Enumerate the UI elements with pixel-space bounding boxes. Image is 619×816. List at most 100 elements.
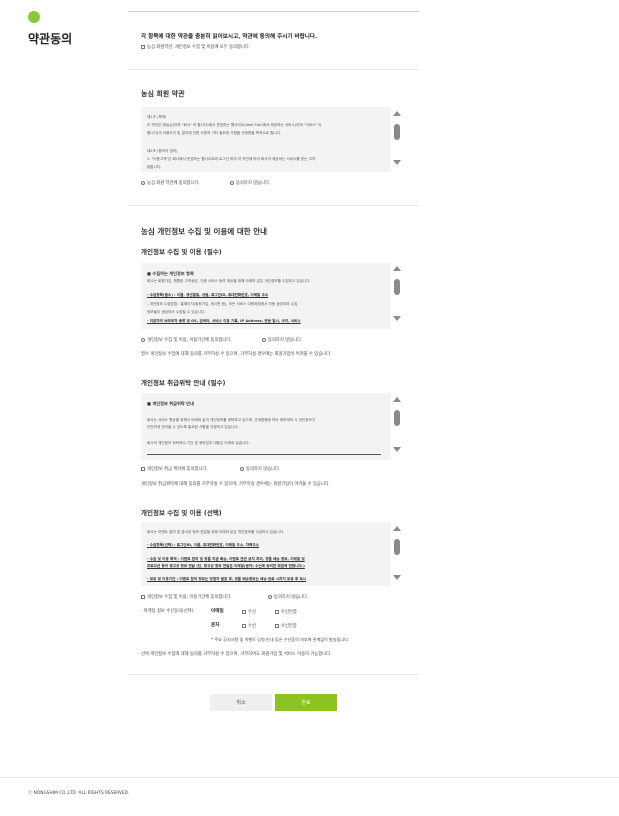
box-line: 프로모션 등의 광고성 정보 전달 (단, 광고성 정보 전달은 이메일(문자)… xyxy=(147,564,305,568)
scroll-thumb[interactable] xyxy=(394,539,400,555)
radio-circle[interactable] xyxy=(230,181,234,185)
scroll-up-icon[interactable] xyxy=(393,111,401,116)
required-collect-agree-radio[interactable]: 개인정보 수집 및 이용, 이용기간에 동의합니다. xyxy=(141,337,232,343)
disagree-label: 동의하지 않습니다. xyxy=(268,338,303,343)
consign-agree-checkbox[interactable]: 개인정보 취급 위탁에 동의합니다. xyxy=(141,466,208,472)
email-label: 이메일 xyxy=(211,609,224,614)
scroll-thumb[interactable] xyxy=(394,279,400,295)
box-heading: ■ 개인정보 취급위탁 안내 xyxy=(147,401,194,406)
email-reject-checkbox[interactable]: 수신안함 xyxy=(275,609,297,615)
radio-circle[interactable] xyxy=(141,181,145,185)
member-terms-disagree-radio[interactable]: 동의하지 않습니다. xyxy=(230,180,270,186)
agree-label: 개인정보 수집 및 이용, 이용기간에 동의합니다. xyxy=(147,595,232,600)
sms-receive-checkbox[interactable]: 수신 xyxy=(242,623,256,629)
scroll-thumb[interactable] xyxy=(394,410,400,426)
box-line: - 수집 및 이용 목적 : 이벤트 참여 및 경품 지급 배송, 이벤트 관련… xyxy=(147,557,305,561)
terms-line: 말합니다. xyxy=(147,165,162,169)
confirm-button[interactable]: 완료 xyxy=(275,694,337,711)
checkbox-box[interactable] xyxy=(141,595,145,599)
reject-label: 수신안함 xyxy=(281,610,297,615)
radio-circle[interactable] xyxy=(240,467,244,471)
agree-all-label: 농심 회원약관, 개인정보 수집 및 이용에 모두 동의합니다. xyxy=(147,45,251,50)
radio-circle[interactable] xyxy=(141,338,145,342)
terms-line: 제1조 (목적) xyxy=(147,115,167,119)
checkbox-box[interactable] xyxy=(275,610,279,614)
disagree-label: 동의하지 않습니다. xyxy=(246,467,281,472)
radio-circle[interactable] xyxy=(262,338,266,342)
scroll-down-icon[interactable] xyxy=(393,447,401,452)
scroll-down-icon[interactable] xyxy=(393,575,401,580)
consign-note: 개인정보 취급위탁에 대해 동의를 거부하실 수 있으며, 거부하실 경우에는 … xyxy=(141,482,331,487)
optional-collect-disagree-radio[interactable]: 동의하지 않습니다. xyxy=(268,594,308,600)
radio-circle[interactable] xyxy=(268,595,272,599)
divider xyxy=(128,69,419,70)
receive-label: 수신 xyxy=(248,624,256,629)
cancel-button[interactable]: 취소 xyxy=(210,694,272,711)
scroll-down-icon[interactable] xyxy=(393,160,401,165)
box-line: 정보들이 생성되어 수집될 수 있습니다. xyxy=(147,310,206,314)
agree-all-checkbox[interactable]: 농심 회원약관, 개인정보 수집 및 이용에 모두 동의합니다. xyxy=(141,44,250,50)
member-terms-scrollbar[interactable] xyxy=(392,111,402,167)
disagree-label: 동의하지 않습니다. xyxy=(274,595,309,600)
marketing-note: * 주요 공지사항 및 이벤트 당첨 안내 등은 수신동의 여부에 관계없이 발… xyxy=(211,637,350,642)
box-line: 회사의 개인정보 위탁처리 기관 및 위탁업무 내용은 아래와 같습니다. xyxy=(147,441,250,445)
member-terms-agree-radio[interactable]: 농심 회원 약관에 동의합니다. xyxy=(141,180,200,186)
box-line: 안전하게 관리될 수 있도록 필요한 사항을 규정하고 있습니다. xyxy=(147,425,239,429)
checkbox-box[interactable] xyxy=(141,467,145,471)
green-dot-icon xyxy=(28,11,40,23)
checkbox-box[interactable] xyxy=(242,610,246,614)
box-line: - 개인정보 수집방법 : 홈페이지(회원가입, 게시판 등), 모든 서비스 … xyxy=(147,302,298,306)
required-collect-title: 개인정보 수집 및 이용 (필수) xyxy=(141,248,222,256)
box-line: - 수집항목(필수) : 이름, 생년월일, 성별, 로그인ID, 휴대전화번호… xyxy=(147,293,269,297)
box-line: - 수집항목(선택) : 로그인ID, 이름, 휴대전화번호, 이메일 주소, … xyxy=(147,543,259,547)
footer-divider xyxy=(0,777,619,778)
optional-collect-agree-checkbox[interactable]: 개인정보 수집 및 이용, 이용기간에 동의합니다. xyxy=(141,594,232,600)
optional-collect-title: 개인정보 수집 및 이용 (선택) xyxy=(141,509,222,517)
member-terms-title: 농심 회원 약관 xyxy=(141,90,185,98)
terms-line: 제2조 (용어의 정의) xyxy=(147,149,178,153)
consign-disagree-radio[interactable]: 동의하지 않습니다. xyxy=(240,466,280,472)
terms-line: 합니다)의 이용조건 및 절차에 관한 사항과 기타 필요한 사항을 규정함을 … xyxy=(147,131,282,135)
checkbox-box[interactable] xyxy=(242,624,246,628)
required-collect-scrollbar[interactable] xyxy=(392,266,402,323)
scroll-up-icon[interactable] xyxy=(393,266,401,271)
table-top-rule xyxy=(147,454,381,455)
optional-collect-scrollbar[interactable] xyxy=(392,526,402,582)
scroll-up-icon[interactable] xyxy=(393,526,401,531)
terms-line: 이 약관은 ㈜농심(이하 "회사" 라 합니다)에서 운영하는 웹사이트(Web… xyxy=(147,123,322,127)
reject-label: 수신안함 xyxy=(281,624,297,629)
required-collect-box[interactable]: ■ 수집하는 개인정보 항목 회사는 회원가입, 원활한 고객상담, 각종 서비… xyxy=(141,263,391,329)
disagree-label: 동의하지 않습니다. xyxy=(236,181,271,186)
checkbox-box[interactable] xyxy=(275,624,279,628)
optional-collect-box[interactable]: 회사는 이벤트 참여 및 광고성 정보 전달을 위해 아래와 같은 개인정보를 … xyxy=(141,522,391,586)
privacy-title: 농심 개인정보 수집 및 이용에 대한 안내 xyxy=(141,227,268,236)
scroll-up-icon[interactable] xyxy=(393,397,401,402)
required-collect-note: 필수 개인정보 수집에 대해 동의를 거부하실 수 있으며, 거부하실 경우에는… xyxy=(141,352,332,357)
page-title: 약관동의 xyxy=(28,32,73,46)
required-collect-disagree-radio[interactable]: 동의하지 않습니다. xyxy=(262,337,302,343)
consign-scrollbar[interactable] xyxy=(392,397,402,454)
divider xyxy=(128,674,419,675)
optional-collect-note: 선택 개인정보 수집에 대해 동의를 거부하실 수 있으며, 거부하여도 회원가… xyxy=(141,652,332,657)
agree-label: 개인정보 취급 위탁에 동의합니다. xyxy=(147,467,208,472)
box-line: 회사는 이벤트 참여 및 광고성 정보 전달을 위해 아래와 같은 개인정보를 … xyxy=(147,530,285,534)
footer-copyright: ⓒ NONGSHIM CO.,LTD. ALL RIGHTS RESERVED. xyxy=(28,791,130,796)
consign-title: 개인정보 취급위탁 안내 (필수) xyxy=(141,379,226,387)
top-divider xyxy=(128,11,419,12)
sms-label: 문자 xyxy=(211,623,220,628)
agree-label: 농심 회원 약관에 동의합니다. xyxy=(147,181,200,186)
intro-headline: 각 항목에 대한 약관을 충분히 읽어보시고, 약관에 동의해 주시기 바랍니다… xyxy=(141,34,318,40)
email-receive-checkbox[interactable]: 수신 xyxy=(242,609,256,615)
divider xyxy=(128,205,419,206)
box-line: 회사는 회원가입, 원활한 고객상담, 각종 서비스 등의 제공을 위해 아래와… xyxy=(147,279,311,283)
consign-box[interactable]: ■ 개인정보 취급위탁 안내 회사는 서비스 향상을 위해서 아래와 같이 개인… xyxy=(141,393,391,460)
sms-reject-checkbox[interactable]: 수신안함 xyxy=(275,623,297,629)
box-heading: ■ 수집하는 개인정보 항목 xyxy=(147,271,194,276)
terms-line: 1. "이용고객"은 회사에서 운영하는 웹사이트에 로그인 하여 이 약관에 … xyxy=(147,157,316,161)
box-line: 회사는 서비스 향상을 위해서 아래와 같이 개인정보를 위탁하고 있으며, 관… xyxy=(147,418,316,422)
box-line: - 이용자의 브라우저 종류 및 OS, 검색어, 서비스 이용 기록, IP … xyxy=(147,319,301,323)
checkbox-box[interactable] xyxy=(141,45,145,49)
scroll-thumb[interactable] xyxy=(394,124,400,140)
scroll-down-icon[interactable] xyxy=(393,316,401,321)
member-terms-box[interactable]: 제1조 (목적) 이 약관은 ㈜농심(이하 "회사" 라 합니다)에서 운영하는… xyxy=(141,107,391,172)
